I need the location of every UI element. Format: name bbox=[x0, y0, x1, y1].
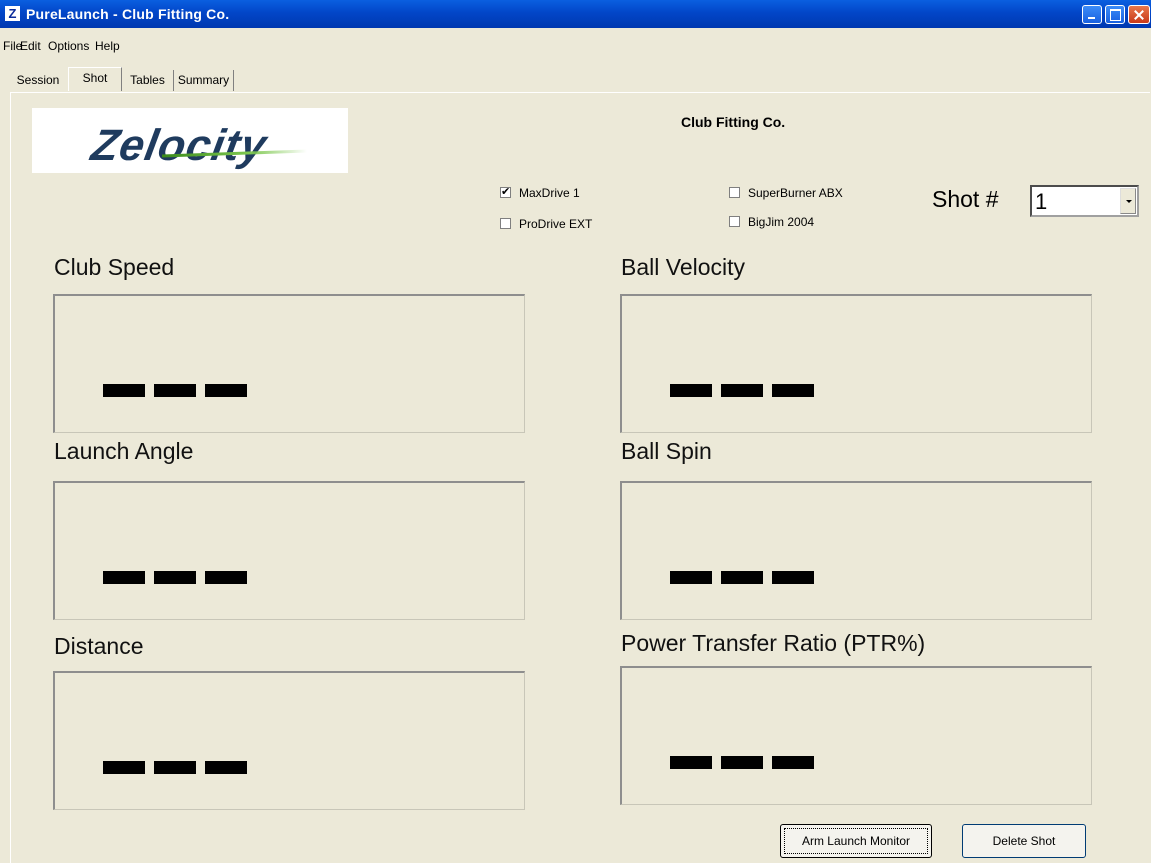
shot-number-label: Shot # bbox=[932, 186, 999, 212]
checkbox-box[interactable] bbox=[500, 218, 511, 229]
value-dash bbox=[772, 756, 814, 769]
menu-help[interactable]: Help bbox=[95, 39, 120, 53]
distance-label: Distance bbox=[54, 633, 144, 659]
zelocity-logo: Zelocity bbox=[32, 108, 348, 173]
company-name: Club Fitting Co. bbox=[681, 114, 786, 130]
value-dash bbox=[772, 384, 814, 397]
club-speed-label: Club Speed bbox=[54, 254, 175, 280]
app-icon: Z bbox=[5, 6, 20, 21]
value-dash bbox=[103, 571, 145, 584]
chevron-down-icon[interactable] bbox=[1120, 188, 1136, 214]
value-dash bbox=[670, 384, 712, 397]
value-dash bbox=[772, 571, 814, 584]
arm-launch-monitor-button[interactable]: Arm Launch Monitor bbox=[780, 824, 932, 858]
ball-velocity-value bbox=[670, 384, 818, 398]
value-dash bbox=[721, 384, 763, 397]
launch-angle-value bbox=[103, 571, 251, 585]
value-dash bbox=[154, 571, 196, 584]
distance-display bbox=[53, 671, 525, 810]
delete-shot-button[interactable]: Delete Shot bbox=[962, 824, 1086, 858]
menu-options[interactable]: Options bbox=[48, 39, 89, 53]
club-label: MaxDrive 1 bbox=[519, 186, 580, 200]
club-label: SuperBurner ABX bbox=[748, 186, 843, 200]
tab-tables[interactable]: Tables bbox=[122, 70, 174, 91]
shot-number-value: 1 bbox=[1035, 189, 1048, 214]
value-dash bbox=[205, 761, 247, 774]
ball-spin-label: Ball Spin bbox=[621, 438, 712, 464]
ball-velocity-label: Ball Velocity bbox=[621, 254, 746, 280]
ball-velocity-display bbox=[620, 294, 1092, 433]
close-button[interactable] bbox=[1128, 5, 1150, 24]
ball-spin-display bbox=[620, 481, 1092, 620]
value-dash bbox=[721, 571, 763, 584]
ptr-label: Power Transfer Ratio (PTR%) bbox=[621, 630, 926, 656]
checkbox-box[interactable] bbox=[500, 185, 511, 198]
checkbox-box[interactable] bbox=[729, 216, 740, 227]
club-label: ProDrive EXT bbox=[519, 217, 593, 231]
maximize-button[interactable] bbox=[1105, 5, 1125, 24]
tab-summary[interactable]: Summary bbox=[174, 70, 234, 91]
logo-text: Zelocity bbox=[87, 121, 271, 170]
value-dash bbox=[205, 571, 247, 584]
value-dash bbox=[721, 756, 763, 769]
distance-value bbox=[103, 761, 251, 775]
title-bar[interactable]: Z PureLaunch - Club Fitting Co. bbox=[0, 0, 1151, 28]
launch-angle-label: Launch Angle bbox=[54, 438, 194, 464]
value-dash bbox=[154, 384, 196, 397]
value-dash bbox=[154, 761, 196, 774]
menu-edit[interactable]: Edit bbox=[20, 39, 41, 53]
checkbox-box[interactable] bbox=[729, 187, 740, 198]
value-dash bbox=[670, 571, 712, 584]
minimize-button[interactable] bbox=[1082, 5, 1102, 24]
shot-number-select[interactable]: 1 bbox=[1030, 185, 1139, 217]
value-dash bbox=[205, 384, 247, 397]
menu-bar: File Edit Options Help bbox=[0, 28, 1151, 56]
window-title: PureLaunch - Club Fitting Co. bbox=[26, 6, 230, 22]
value-dash bbox=[103, 761, 145, 774]
value-dash bbox=[103, 384, 145, 397]
launch-angle-display bbox=[53, 481, 525, 620]
tab-session[interactable]: Session bbox=[8, 70, 68, 91]
value-dash bbox=[670, 756, 712, 769]
ptr-value bbox=[670, 756, 818, 770]
club-speed-value bbox=[103, 384, 251, 398]
club-label: BigJim 2004 bbox=[748, 215, 815, 229]
tab-shot[interactable]: Shot bbox=[68, 67, 122, 91]
ball-spin-value bbox=[670, 571, 818, 585]
ptr-display bbox=[620, 666, 1092, 805]
club-speed-display bbox=[53, 294, 525, 433]
